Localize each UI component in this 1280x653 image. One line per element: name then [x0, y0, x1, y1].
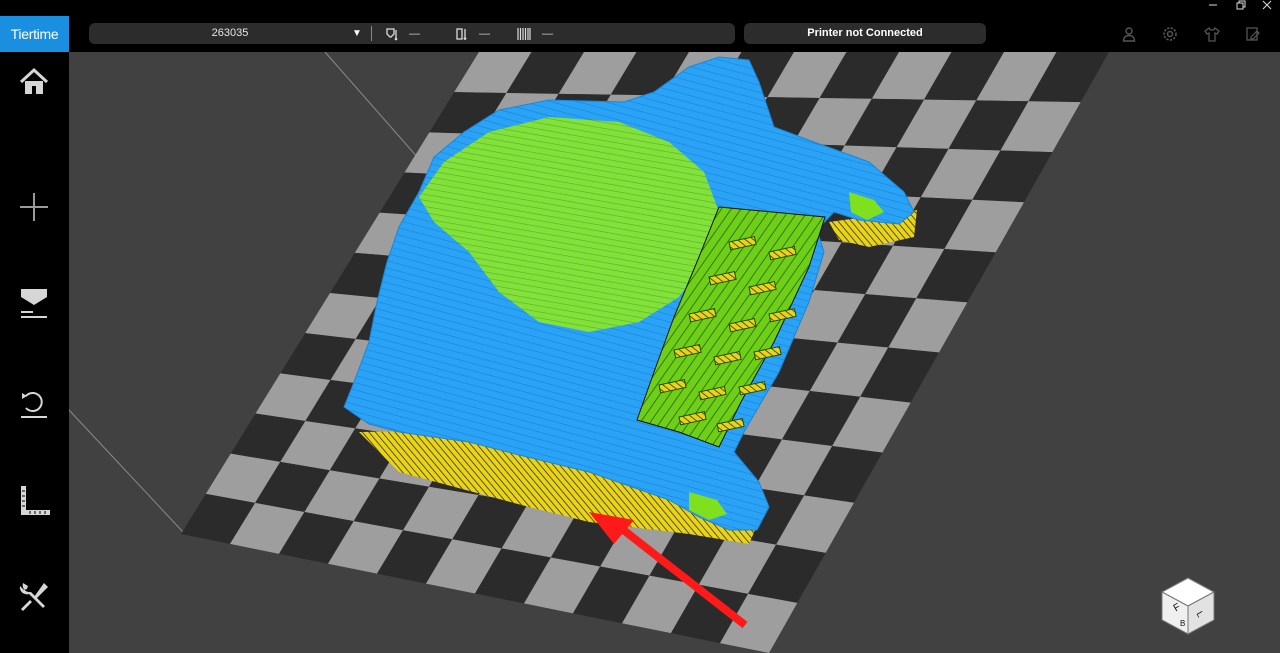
nozzle-temp: — [385, 23, 420, 44]
material-icon [517, 27, 531, 40]
user-icon[interactable] [1119, 24, 1139, 44]
scene[interactable]: F L B [69, 52, 1280, 653]
3d-viewport[interactable]: F L B [69, 52, 1280, 653]
settings-icon[interactable] [1160, 24, 1180, 44]
print-icon[interactable] [10, 280, 58, 324]
plus-icon[interactable] [10, 185, 58, 229]
calibrate-icon[interactable] [10, 380, 58, 424]
dropdown-arrow-icon[interactable]: ▼ [352, 23, 362, 44]
view-cube[interactable]: F L B [1160, 577, 1216, 635]
left-sidebar [0, 52, 69, 653]
connection-status[interactable]: Printer not Connected [744, 23, 986, 44]
bed-temp-value: — [479, 27, 490, 40]
minimize-icon[interactable] [1198, 0, 1228, 14]
home-icon[interactable] [10, 60, 58, 104]
divider [371, 26, 372, 41]
material-status: — [516, 23, 553, 44]
bed-temp-icon [456, 27, 467, 40]
window-titlebar [0, 0, 1280, 14]
printer-select[interactable]: 263035 [89, 23, 371, 44]
wrench-icon[interactable] [10, 575, 58, 619]
print-queue-icon[interactable] [1243, 24, 1263, 44]
material-value: — [542, 27, 553, 40]
nozzle-temp-icon [386, 27, 398, 40]
printer-status-bar[interactable]: 263035 ▼ — — — [89, 23, 735, 44]
view-cube-back[interactable]: B [1180, 619, 1185, 628]
app-logo[interactable]: Tiertime [0, 16, 69, 52]
nozzle-temp-value: — [409, 27, 420, 40]
bed-temp: — [455, 23, 490, 44]
material-shirt-icon[interactable] [1202, 24, 1222, 44]
close-icon[interactable] [1252, 0, 1280, 14]
ruler-icon[interactable] [10, 478, 58, 522]
